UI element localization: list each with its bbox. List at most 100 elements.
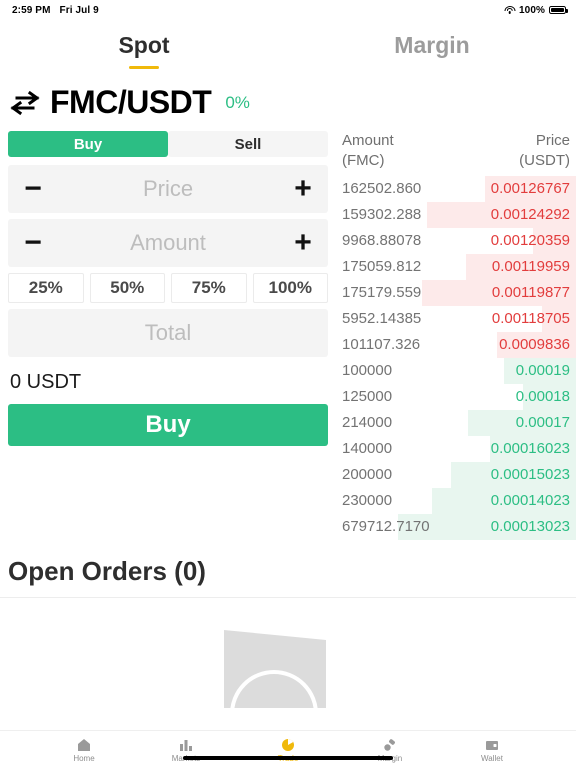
order-book-price: 0.00119877 bbox=[491, 284, 570, 301]
tab-spot[interactable]: Spot bbox=[0, 31, 288, 69]
order-book-price: 0.00124292 bbox=[490, 206, 570, 223]
order-book-row[interactable]: 679712.7170 0.00013023 bbox=[336, 513, 576, 540]
open-orders-title: Open Orders (0) bbox=[8, 555, 206, 586]
bottom-tab-bar: Home Markets Trade Margin bbox=[0, 730, 576, 768]
order-book-price: 0.00119959 bbox=[491, 258, 570, 275]
order-book-row[interactable]: 100000 0.00019 bbox=[336, 357, 576, 384]
order-book-bids: 100000 0.00019 125000 0.00018 214000 0.00017 1… bbox=[336, 357, 576, 540]
home-icon bbox=[77, 737, 91, 752]
order-book-amount: 162502.860 bbox=[342, 180, 422, 197]
pair-header: FMC/USDT 0% bbox=[0, 70, 576, 131]
order-book-amount: 5952.14385 bbox=[342, 310, 422, 327]
tab-active-underline bbox=[129, 65, 159, 69]
order-book-amount-header: Amount (FMC) bbox=[342, 132, 394, 170]
status-bar: 2:59 PM Fri Jul 9 100% bbox=[0, 0, 576, 20]
order-book-row[interactable]: 214000 0.00017 bbox=[336, 409, 576, 436]
empty-state-illustration bbox=[224, 629, 326, 708]
nav-item-home[interactable]: Home bbox=[53, 737, 115, 763]
open-orders-empty-state bbox=[0, 598, 576, 708]
order-book-price: 0.00019 bbox=[515, 362, 570, 379]
amount-decrement-button[interactable]: − bbox=[20, 228, 46, 258]
battery-icon bbox=[549, 5, 568, 15]
order-book-price: 0.00118705 bbox=[491, 310, 570, 327]
order-book-row[interactable]: 175059.812 0.00119959 bbox=[336, 253, 576, 280]
price-increment-button[interactable]: + bbox=[290, 174, 316, 204]
order-book-amount: 9968.88078 bbox=[342, 232, 422, 249]
order-book-price: 0.00126767 bbox=[490, 180, 570, 197]
bar-chart-icon bbox=[179, 737, 193, 752]
order-book-price: 0.0009836 bbox=[499, 336, 570, 353]
status-date: Fri Jul 9 bbox=[59, 4, 99, 16]
price-field[interactable]: − Price + bbox=[8, 165, 328, 213]
nav-label-home: Home bbox=[73, 753, 95, 763]
status-bar-left: 2:59 PM Fri Jul 9 bbox=[12, 5, 99, 16]
order-book-price: 0.00013023 bbox=[490, 518, 570, 535]
tab-margin[interactable]: Margin bbox=[288, 32, 576, 59]
order-book-row[interactable]: 175179.559 0.00119877 bbox=[336, 279, 576, 306]
order-book-price: 0.00017 bbox=[515, 414, 570, 431]
order-form: Buy Sell − Price + − Amount + 25% 50% 75… bbox=[0, 131, 336, 446]
status-time: 2:59 PM bbox=[12, 4, 51, 16]
order-book-row[interactable]: 200000 0.00015023 bbox=[336, 461, 576, 488]
order-book-amount: 214000 bbox=[342, 414, 393, 431]
swap-arrows-icon[interactable] bbox=[10, 89, 40, 117]
price-input[interactable]: Price bbox=[46, 176, 290, 202]
order-book-row[interactable]: 125000 0.00018 bbox=[336, 383, 576, 410]
order-book-row[interactable]: 101107.326 0.0009836 bbox=[336, 331, 576, 358]
percent-buttons: 25% 50% 75% 100% bbox=[8, 273, 328, 303]
order-book-header: Amount (FMC) Price (USDT) bbox=[336, 131, 576, 176]
status-bar-right: 100% bbox=[504, 4, 568, 16]
pair-change-percent: 0% bbox=[225, 92, 250, 112]
order-book-price: 0.00120359 bbox=[490, 232, 570, 249]
order-book-amount: 679712.7170 bbox=[342, 518, 430, 535]
order-book-amount: 125000 bbox=[342, 388, 393, 405]
tab-spot-label: Spot bbox=[118, 31, 170, 58]
market-type-tabs: Spot Margin bbox=[0, 20, 576, 70]
buy-sell-toggle: Buy Sell bbox=[8, 131, 328, 157]
order-book-row[interactable]: 5952.14385 0.00118705 bbox=[336, 305, 576, 332]
percent-75-button[interactable]: 75% bbox=[171, 273, 247, 303]
order-book-amount: 159302.288 bbox=[342, 206, 422, 223]
amount-increment-button[interactable]: + bbox=[290, 228, 316, 258]
order-book-row[interactable]: 140000 0.00016023 bbox=[336, 435, 576, 462]
tab-margin-label: Margin bbox=[394, 31, 470, 58]
order-book-asks: 162502.860 0.00126767 159302.288 0.00124292… bbox=[336, 175, 576, 358]
open-orders-section: Open Orders (0) bbox=[0, 556, 576, 708]
pair-symbol[interactable]: FMC/USDT bbox=[50, 84, 212, 121]
percent-100-button[interactable]: 100% bbox=[252, 273, 328, 303]
trade-pie-icon bbox=[281, 737, 295, 752]
total-input[interactable]: Total bbox=[20, 320, 316, 346]
margin-icon bbox=[383, 737, 397, 752]
order-book-price: 0.00018 bbox=[515, 388, 570, 405]
order-book-row[interactable]: 9968.88078 0.00120359 bbox=[336, 227, 576, 254]
battery-percent-label: 100% bbox=[519, 4, 545, 16]
buy-tab-button[interactable]: Buy bbox=[8, 131, 168, 157]
nav-label-wallet: Wallet bbox=[481, 753, 503, 763]
percent-50-button[interactable]: 50% bbox=[89, 273, 165, 303]
nav-item-wallet[interactable]: Wallet bbox=[461, 737, 523, 763]
order-book-amount: 230000 bbox=[342, 492, 393, 509]
sell-tab-button[interactable]: Sell bbox=[168, 131, 328, 157]
order-book-amount: 140000 bbox=[342, 440, 393, 457]
wallet-icon bbox=[485, 737, 499, 752]
order-book-amount: 175059.812 bbox=[342, 258, 422, 275]
price-decrement-button[interactable]: − bbox=[20, 174, 46, 204]
order-book-price: 0.00015023 bbox=[490, 466, 570, 483]
amount-input[interactable]: Amount bbox=[46, 230, 290, 256]
order-book-amount: 175179.559 bbox=[342, 284, 422, 301]
home-indicator bbox=[183, 756, 393, 760]
wifi-icon bbox=[504, 5, 516, 15]
order-book-amount: 200000 bbox=[342, 466, 393, 483]
order-book-row[interactable]: 230000 0.00014023 bbox=[336, 487, 576, 514]
total-field[interactable]: Total bbox=[8, 309, 328, 357]
order-book-amount: 101107.326 bbox=[342, 336, 421, 353]
order-book-price: 0.00014023 bbox=[490, 492, 570, 509]
order-book-row[interactable]: 162502.860 0.00126767 bbox=[336, 175, 576, 202]
order-book-price-header: Price (USDT) bbox=[519, 132, 570, 170]
percent-25-button[interactable]: 25% bbox=[8, 273, 84, 303]
amount-field[interactable]: − Amount + bbox=[8, 219, 328, 267]
available-balance: 0 USDT bbox=[10, 371, 82, 393]
submit-buy-button[interactable]: Buy bbox=[8, 404, 328, 446]
order-book-row[interactable]: 159302.288 0.00124292 bbox=[336, 201, 576, 228]
trade-body: Buy Sell − Price + − Amount + 25% 50% 75… bbox=[0, 131, 576, 540]
